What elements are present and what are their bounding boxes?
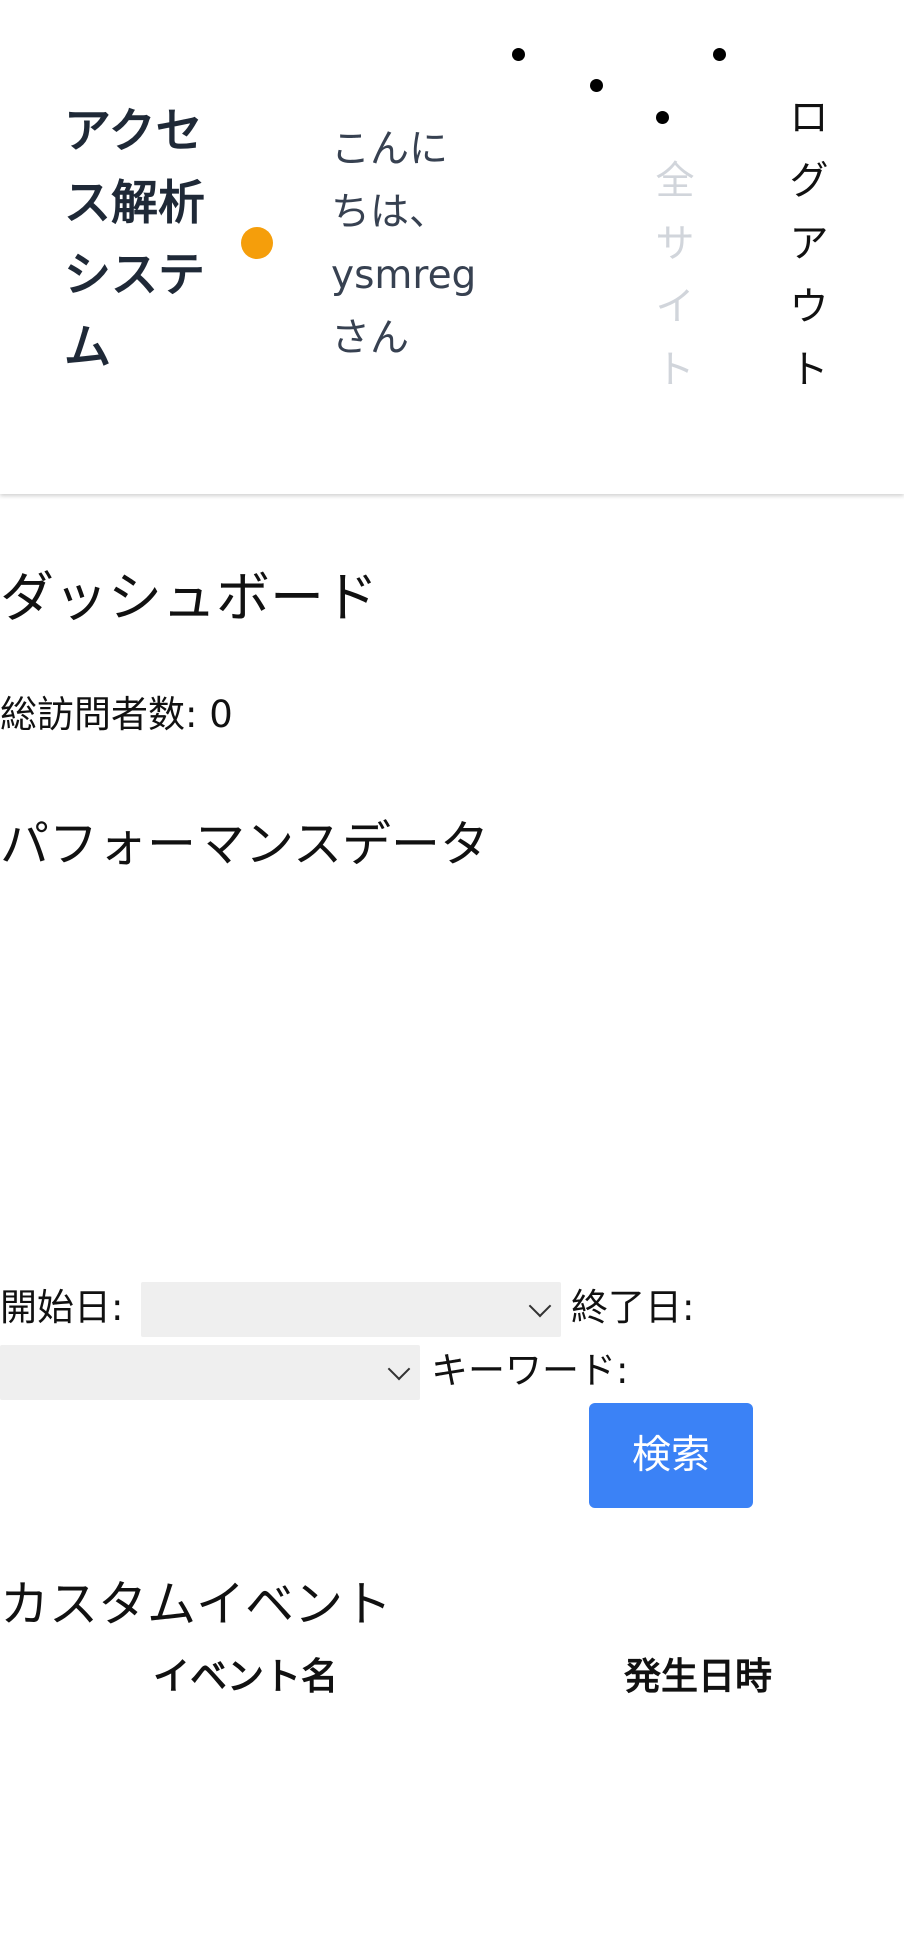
column-header-datetime: 発生日時 [624,1655,772,1698]
keyword-label: キーワード: [431,1349,629,1392]
chevron-down-icon [528,1294,552,1318]
start-date-label: 開始日: [0,1286,124,1329]
end-date-label: 終了日: [571,1286,695,1329]
bullet-icon [512,48,525,61]
page-title: ダッシュボード [0,566,378,629]
bullet-icon [590,79,603,92]
column-header-event-name: イベント名 [153,1655,338,1698]
logout-link[interactable]: ログアウト [784,87,834,402]
start-date-select[interactable] [141,1282,561,1337]
user-greeting: こんにちは、ysmregさん [331,127,477,361]
bullet-icon [656,111,669,124]
chevron-down-icon [387,1357,411,1381]
total-visitors: 総訪問者数: 0 [0,693,233,736]
nav-all-sites[interactable]: 全サイト [650,150,700,402]
search-button[interactable]: 検索 [589,1403,753,1508]
performance-heading: パフォーマンスデータ [0,816,490,873]
status-dot-icon [241,227,273,259]
bullet-icon [713,48,726,61]
brand-title[interactable]: アクセス解析システム [64,96,224,384]
end-date-select[interactable] [0,1345,420,1400]
app-header: アクセス解析システム こんにちは、ysmregさん 全サイト ログアウト [0,0,904,494]
custom-events-heading: カスタムイベント [0,1576,393,1633]
